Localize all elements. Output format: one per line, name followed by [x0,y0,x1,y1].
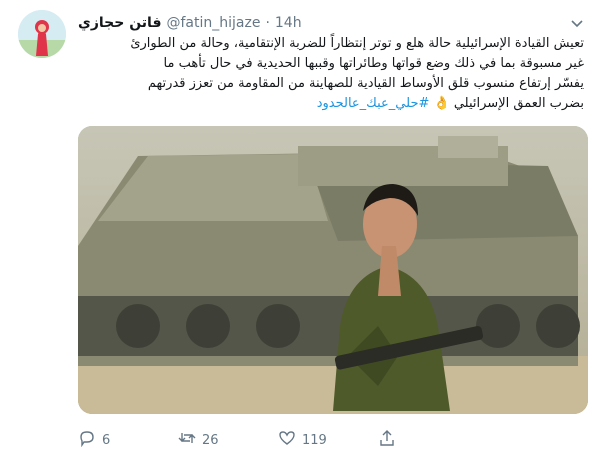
like-count: 119 [302,432,327,448]
tweet-text-line: يفسّر إرتفاع منسوب قلق الأوساط القيادية … [147,76,584,91]
tweet-text-line: بضرب العمق الإسرائيلي 👌 [433,96,584,111]
tweet-photo[interactable] [78,126,588,414]
reply-button[interactable]: 6 [78,429,178,451]
tweet-card: فاتن حجازي @fatin_hijaze · 14h تعيش القي… [0,0,600,460]
chevron-down-icon[interactable] [568,14,586,32]
retweet-button[interactable]: 26 [178,429,278,451]
tweet-actions: 6 26 119 [78,428,478,452]
avatar[interactable] [18,10,66,58]
timestamp[interactable]: 14h [275,15,302,31]
reply-icon [78,429,96,451]
tweet-text-line-last: بضرب العمق الإسرائيلي 👌 #حلي_عبك_عالحدود [78,94,584,114]
user-handle[interactable]: @fatin_hijaze [166,15,260,31]
retweet-icon [178,429,196,451]
reply-count: 6 [102,432,111,448]
display-name[interactable]: فاتن حجازي [78,15,161,31]
like-button[interactable]: 119 [278,429,378,451]
separator-dot: · [265,15,270,31]
tweet-text: تعيش القيادة الإسرائيلية حالة هلع و توتر… [78,34,584,114]
share-icon [378,429,396,451]
share-button[interactable] [378,429,478,451]
tweet-text-line: غير مسبوقة بما في ذلك وضع قواتها وطائرات… [163,56,584,71]
retweet-count: 26 [202,432,219,448]
tweet-text-line: تعيش القيادة الإسرائيلية حالة هلع و توتر… [130,36,584,51]
hashtag-link[interactable]: #حلي_عبك_عالحدود [317,96,430,111]
tweet-header: فاتن حجازي @fatin_hijaze · 14h [78,13,302,33]
heart-icon [278,429,296,451]
